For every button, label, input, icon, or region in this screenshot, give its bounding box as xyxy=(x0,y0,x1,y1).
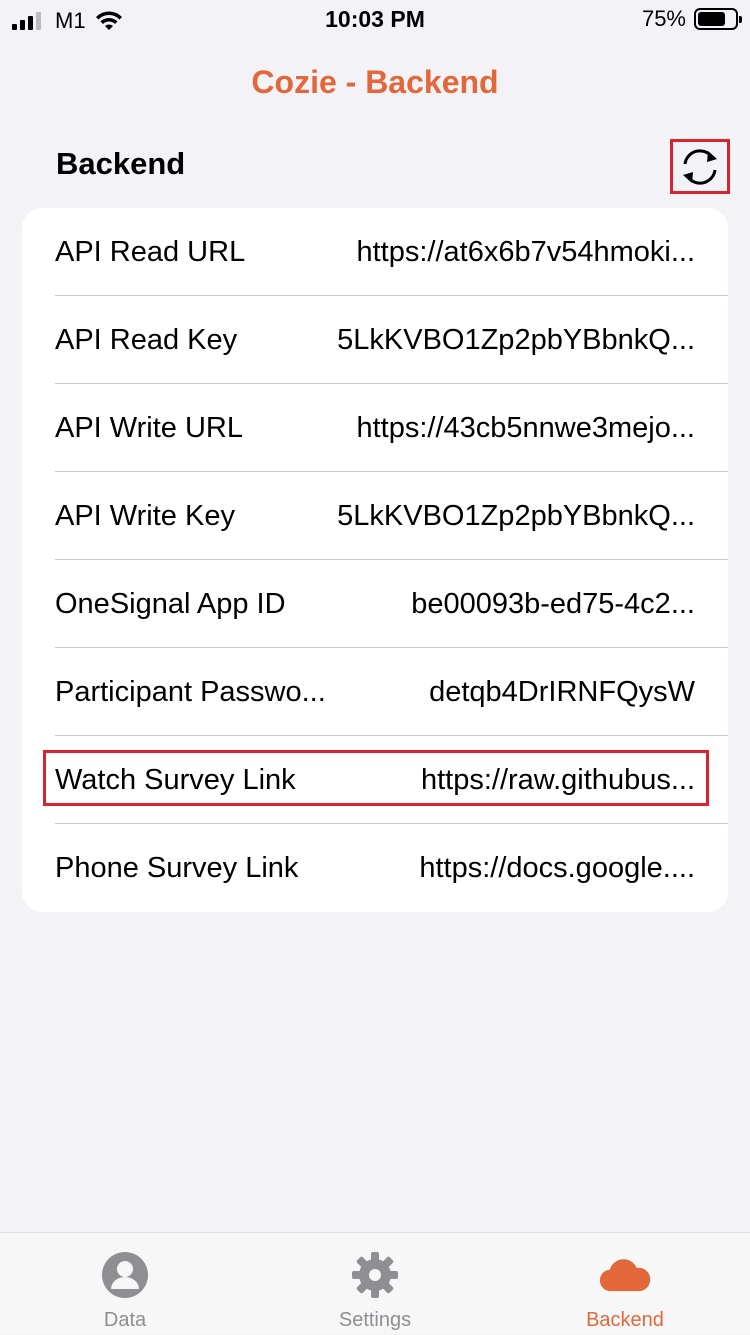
tab-backend[interactable]: Backend xyxy=(500,1233,750,1335)
gear-icon xyxy=(349,1249,401,1301)
refresh-icon xyxy=(683,148,717,185)
person-circle-icon xyxy=(99,1249,151,1301)
tab-label: Backend xyxy=(586,1309,664,1331)
battery-icon xyxy=(694,8,742,30)
row-label: Participant Passwo... xyxy=(55,675,326,708)
row-value: https://docs.google.... xyxy=(419,851,695,884)
tab-data[interactable]: Data xyxy=(0,1233,250,1335)
row-value: https://at6x6b7v54hmoki... xyxy=(356,235,695,268)
list-row-api-read-key[interactable]: API Read Key 5LkKVBO1Zp2pbYBbnkQ... xyxy=(22,296,728,384)
tab-label: Data xyxy=(103,1309,147,1331)
tab-settings[interactable]: Settings xyxy=(250,1233,500,1335)
row-value: detqb4DrIRNFQysW xyxy=(429,675,695,708)
row-label: API Read URL xyxy=(55,235,246,268)
row-label: OneSignal App ID xyxy=(55,587,286,620)
battery-fill xyxy=(698,12,725,26)
section-header: Backend xyxy=(56,146,186,181)
list-row-api-read-url[interactable]: API Read URL https://at6x6b7v54hmoki... xyxy=(22,208,728,296)
row-value: https://raw.githubus... xyxy=(420,763,695,796)
row-value: https://43cb5nnwe3mejo... xyxy=(356,411,695,444)
status-time: 10:03 PM xyxy=(325,6,425,32)
list-row-participant-password[interactable]: Participant Passwo... detqb4DrIRNFQysW xyxy=(22,648,728,736)
row-value: be00093b-ed75-4c2... xyxy=(411,587,695,620)
row-value: 5LkKVBO1Zp2pbYBbnkQ... xyxy=(337,499,695,532)
cloud-icon xyxy=(599,1249,651,1301)
row-label: API Write Key xyxy=(55,499,235,532)
tab-bar: Data Settings Backend xyxy=(0,1232,750,1334)
row-label: Phone Survey Link xyxy=(55,851,299,884)
row-label: API Read Key xyxy=(55,323,238,356)
row-value: 5LkKVBO1Zp2pbYBbnkQ... xyxy=(337,323,695,356)
page-title: Cozie - Backend xyxy=(251,64,499,100)
refresh-button[interactable] xyxy=(670,139,730,194)
list-row-phone-survey-link[interactable]: Phone Survey Link https://docs.google...… xyxy=(22,824,728,912)
status-right: 75% xyxy=(641,6,742,32)
list-row-api-write-key[interactable]: API Write Key 5LkKVBO1Zp2pbYBbnkQ... xyxy=(22,472,728,560)
list-row-watch-survey-link[interactable]: Watch Survey Link https://raw.githubus..… xyxy=(22,736,728,824)
tab-label: Settings xyxy=(338,1309,412,1331)
row-label: Watch Survey Link xyxy=(55,763,296,796)
list-row-api-write-url[interactable]: API Write URL https://43cb5nnwe3mejo... xyxy=(22,384,728,472)
backend-settings-list: API Read URL https://at6x6b7v54hmoki... … xyxy=(22,208,728,912)
row-label: API Write URL xyxy=(55,411,244,444)
status-bar: M1 10:03 PM 75% xyxy=(0,0,750,40)
list-row-onesignal-app-id[interactable]: OneSignal App ID be00093b-ed75-4c2... xyxy=(22,560,728,648)
battery-percent: 75% xyxy=(641,6,686,31)
